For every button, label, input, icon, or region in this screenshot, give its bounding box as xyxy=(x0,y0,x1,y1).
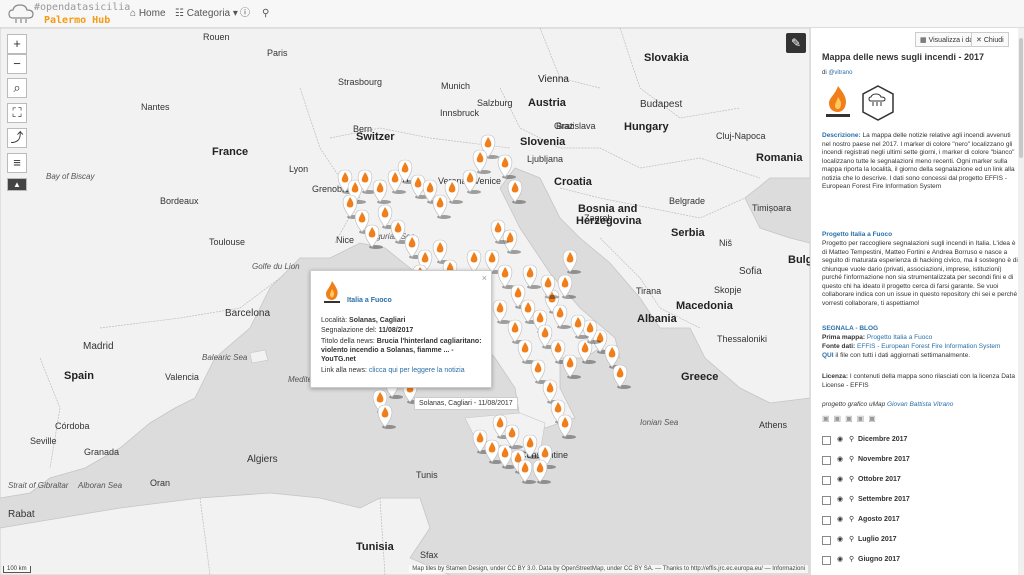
fire-marker-icon[interactable] xyxy=(557,274,576,299)
zoom-icon[interactable]: ⚲ xyxy=(849,455,854,463)
info-panel: ▦ Visualizza i dati ✕ Chiudi Mappa delle… xyxy=(810,28,1024,575)
layer-checkbox[interactable] xyxy=(822,556,831,565)
eye-icon[interactable]: ◉ xyxy=(837,475,843,483)
fire-marker-icon[interactable] xyxy=(517,339,536,364)
grafico-credit: progetto grafico uMap Giovan Battista Vi… xyxy=(822,401,954,408)
progetto-title[interactable]: Progetto Italia a Fuoco xyxy=(822,231,1018,240)
layer-checkbox[interactable] xyxy=(822,536,831,545)
panel-author: di @vitrano xyxy=(822,70,853,76)
fire-logo-icon xyxy=(324,281,340,303)
fire-marker-icon[interactable] xyxy=(507,179,526,204)
prima-mappa: Prima mappa: Progetto Italia a Fuoco xyxy=(822,334,933,341)
progetto-text: Progetto per raccogliere segnalazioni su… xyxy=(822,240,1018,307)
eye-icon[interactable]: ◉ xyxy=(837,515,843,523)
zoom-icon[interactable]: ⚲ xyxy=(849,555,854,563)
fire-marker-icon[interactable] xyxy=(532,459,551,484)
cloud-logo-icon xyxy=(8,4,34,23)
fire-marker-icon[interactable] xyxy=(562,249,581,274)
fire-marker-icon[interactable] xyxy=(377,404,396,429)
eye-icon[interactable]: ◉ xyxy=(837,455,843,463)
fonte-dati: Fonte dati: EFFIS - European Forest Fire… xyxy=(822,343,1001,350)
map-attribution: Map tiles by Stamen Design, under CC BY … xyxy=(409,565,808,573)
eye-icon[interactable]: ◉ xyxy=(837,435,843,443)
nav-categoria[interactable]: ☷ Categoria ▾ xyxy=(175,0,238,28)
list-icon: ☷ xyxy=(175,8,184,19)
author-link[interactable]: @vitrano xyxy=(828,70,852,76)
search-map-button[interactable]: ⌕ xyxy=(7,78,27,98)
eye-icon[interactable]: ◉ xyxy=(837,555,843,563)
fire-marker-icon[interactable] xyxy=(552,304,571,329)
scroll-thumb[interactable] xyxy=(1019,38,1023,158)
close-icon: ✕ xyxy=(976,37,982,44)
map-canvas[interactable]: France Austria Slovakia Hungary Slovenia… xyxy=(0,28,810,575)
opendatasicilia-logo xyxy=(862,85,894,121)
popup-news-link[interactable]: clicca qui per leggere la notizia xyxy=(369,367,465,374)
layer-checkbox[interactable] xyxy=(822,456,831,465)
qui-link: QUI il file con tutti i dati aggiornati … xyxy=(822,352,971,359)
panel-description: Descrizione: La mappa delle notizie rela… xyxy=(822,132,1015,190)
layer-checkbox[interactable] xyxy=(822,476,831,485)
popup-titolo: Titolo della news: Brucia l'hinterland c… xyxy=(321,338,482,363)
eye-icon[interactable]: ◉ xyxy=(837,535,843,543)
italia-a-fuoco-logo xyxy=(826,86,850,117)
zoom-icon[interactable]: ⚲ xyxy=(849,475,854,483)
popup-segnalazione: Segnalazione del: 11/08/2017 xyxy=(321,327,414,334)
site-hub-name[interactable]: Palermo Hub xyxy=(44,15,110,26)
collapse-button[interactable]: ▲ xyxy=(7,178,27,191)
close-panel-button[interactable]: ✕ Chiudi xyxy=(971,32,1009,47)
layer-checkbox[interactable] xyxy=(822,516,831,525)
popup-title[interactable]: Italia a Fuoco xyxy=(347,297,392,304)
fire-marker-icon[interactable] xyxy=(444,179,463,204)
edit-pencil-icon[interactable]: ✎ xyxy=(786,33,806,53)
layer-checkbox[interactable] xyxy=(822,496,831,505)
table-icon: ▦ xyxy=(920,37,927,44)
close-icon[interactable]: × xyxy=(482,273,487,283)
licenza: Licenza: I contenuti della mappa sono ri… xyxy=(822,373,1015,389)
marker-tooltip: Solanas, Cagliari - 11/08/2017 xyxy=(414,397,518,410)
zoom-icon[interactable]: ⚲ xyxy=(849,495,854,503)
share-button[interactable]: ⤴ xyxy=(7,128,27,148)
layer-checkbox[interactable] xyxy=(822,436,831,445)
home-icon: ⌂ xyxy=(130,8,137,19)
nav-home[interactable]: ⌂ Home xyxy=(130,0,166,28)
zoom-in-button[interactable]: + xyxy=(7,34,27,54)
fire-marker-icon[interactable] xyxy=(517,459,536,484)
fire-marker-icon[interactable] xyxy=(497,154,516,179)
fullscreen-button[interactable]: ⛶ xyxy=(7,103,27,123)
fire-marker-icon[interactable] xyxy=(432,194,451,219)
search-icon[interactable]: ⚲ xyxy=(262,0,269,28)
site-tag[interactable]: #opendatasicilia xyxy=(34,2,130,13)
fire-marker-icon[interactable] xyxy=(497,264,516,289)
zoom-icon[interactable]: ⚲ xyxy=(849,535,854,543)
fire-marker-icon[interactable] xyxy=(462,169,481,194)
panel-title: Mappa delle news sugli incendi - 2017 xyxy=(822,52,985,62)
zoom-icon[interactable]: ⚲ xyxy=(849,515,854,523)
fire-marker-icon[interactable] xyxy=(372,179,391,204)
popup-link: Link alla news: clicca qui per leggere l… xyxy=(321,367,465,374)
segnala-blog[interactable]: SEGNALA - BLOG xyxy=(822,325,1018,334)
info-icon[interactable]: ⓘ xyxy=(240,0,250,28)
fire-marker-icon[interactable] xyxy=(522,264,541,289)
zoom-icon[interactable]: ⚲ xyxy=(849,435,854,443)
marker-popup: × Italia a Fuoco Località: Solanas, Cagl… xyxy=(310,270,492,388)
fire-marker-icon[interactable] xyxy=(612,364,631,389)
eye-icon[interactable]: ◉ xyxy=(837,495,843,503)
fire-marker-icon[interactable] xyxy=(364,224,383,249)
share-icons[interactable]: ▣▣▣▣▣ xyxy=(822,414,880,423)
fire-marker-icon[interactable] xyxy=(562,354,581,379)
top-navbar: #opendatasicilia Palermo Hub ⌂ Home ☷ Ca… xyxy=(0,0,1024,28)
zoom-out-button[interactable]: − xyxy=(7,54,27,74)
panel-scrollbar[interactable] xyxy=(1018,28,1024,575)
fire-marker-icon[interactable] xyxy=(492,299,511,324)
layers-button[interactable]: ≡ xyxy=(7,153,27,173)
popup-localita: Località: Solanas, Cagliari xyxy=(321,317,406,324)
map-scale: 100 km xyxy=(3,566,31,573)
fire-marker-icon[interactable] xyxy=(557,414,576,439)
